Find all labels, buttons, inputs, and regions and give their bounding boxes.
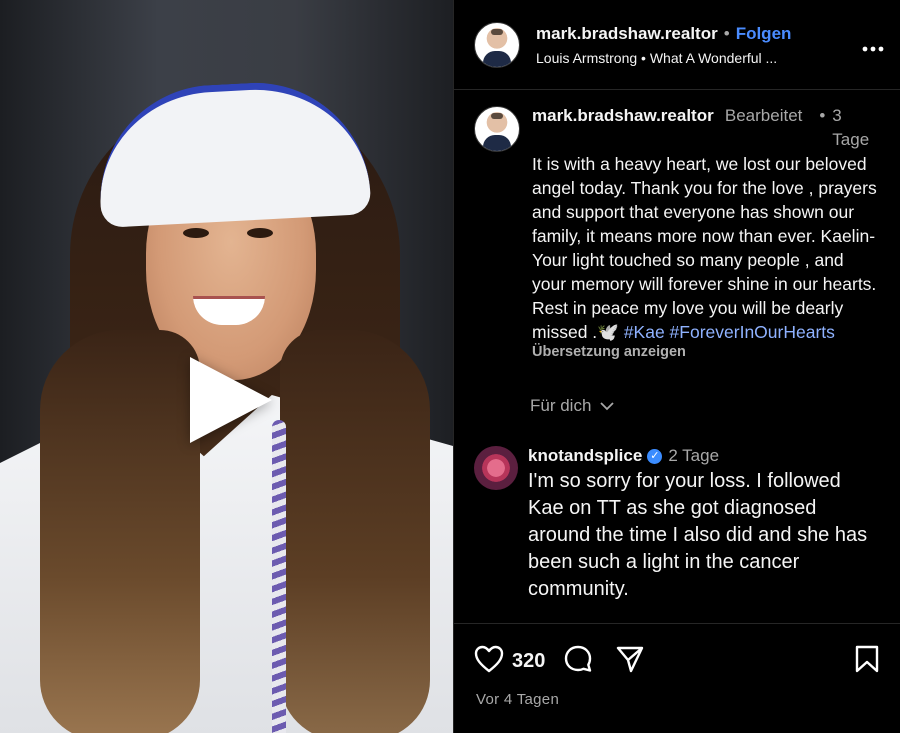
for-you-dropdown[interactable]: Für dich (530, 396, 900, 416)
verified-badge-icon: ✓ (647, 448, 663, 464)
caption-separator: • (819, 106, 826, 125)
author-username[interactable]: mark.bradshaw.realtor (536, 24, 718, 43)
video-frame-cord (272, 420, 286, 733)
video-frame-eye-right (247, 228, 273, 238)
post-header: mark.bradshaw.realtor • Folgen Louis Armst… (454, 0, 900, 90)
for-you-label: Für dich (530, 396, 592, 415)
caption-body: It is with a heavy heart, we lost our be… (532, 154, 877, 342)
action-bar: 320 Vor 4 Tagen (454, 623, 900, 733)
header-separator: • (723, 23, 730, 43)
video-frame-hair-right (280, 330, 430, 733)
more-icon[interactable] (862, 32, 884, 58)
follow-button[interactable]: Folgen (736, 24, 792, 43)
post-caption: mark.bradshaw.realtor Bearbeitet • 3 Tag… (454, 90, 900, 360)
edited-label: Bearbeitet (724, 106, 803, 125)
commenter-avatar[interactable] (474, 446, 518, 490)
audio-track-link[interactable]: Louis Armstrong • What A Wonderful ... (536, 50, 854, 66)
like-count[interactable]: 320 (512, 650, 545, 673)
share-icon[interactable] (615, 644, 645, 679)
post-date: Vor 4 Tagen (476, 691, 560, 708)
comment-item: knotandsplice ✓ 2 Tage I'm so sorry for … (454, 416, 900, 603)
heart-icon[interactable] (474, 645, 504, 678)
play-icon[interactable] (190, 357, 272, 443)
commenter-username[interactable]: knotandsplice (528, 446, 642, 466)
video-player[interactable] (0, 0, 453, 733)
translate-button[interactable]: Übersetzung anzeigen (532, 344, 882, 360)
author-avatar[interactable] (474, 21, 520, 68)
caption-time[interactable]: 3 Tage (832, 104, 882, 152)
video-frame-hair-left (40, 330, 200, 733)
comment-text: I'm so sorry for your loss. I followed K… (528, 470, 868, 600)
caption-author-username[interactable]: mark.bradshaw.realtor (532, 104, 721, 152)
video-frame-eye-left (183, 228, 209, 238)
post-panel: mark.bradshaw.realtor • Folgen Louis Armst… (453, 0, 900, 733)
comment-time[interactable]: 2 Tage (668, 446, 719, 466)
chevron-down-icon (600, 402, 614, 411)
header-text: mark.bradshaw.realtor • Folgen Louis Armst… (536, 24, 854, 66)
comment-icon[interactable] (563, 644, 593, 679)
comments-scroll-area[interactable]: mark.bradshaw.realtor Bearbeitet • 3 Tag… (454, 90, 900, 623)
hashtag-links[interactable]: #Kae #ForeverInOurHearts (624, 322, 835, 342)
bookmark-icon[interactable] (854, 644, 880, 679)
caption-author-avatar[interactable] (474, 106, 520, 152)
caption-text: It is with a heavy heart, we lost our be… (532, 152, 882, 344)
